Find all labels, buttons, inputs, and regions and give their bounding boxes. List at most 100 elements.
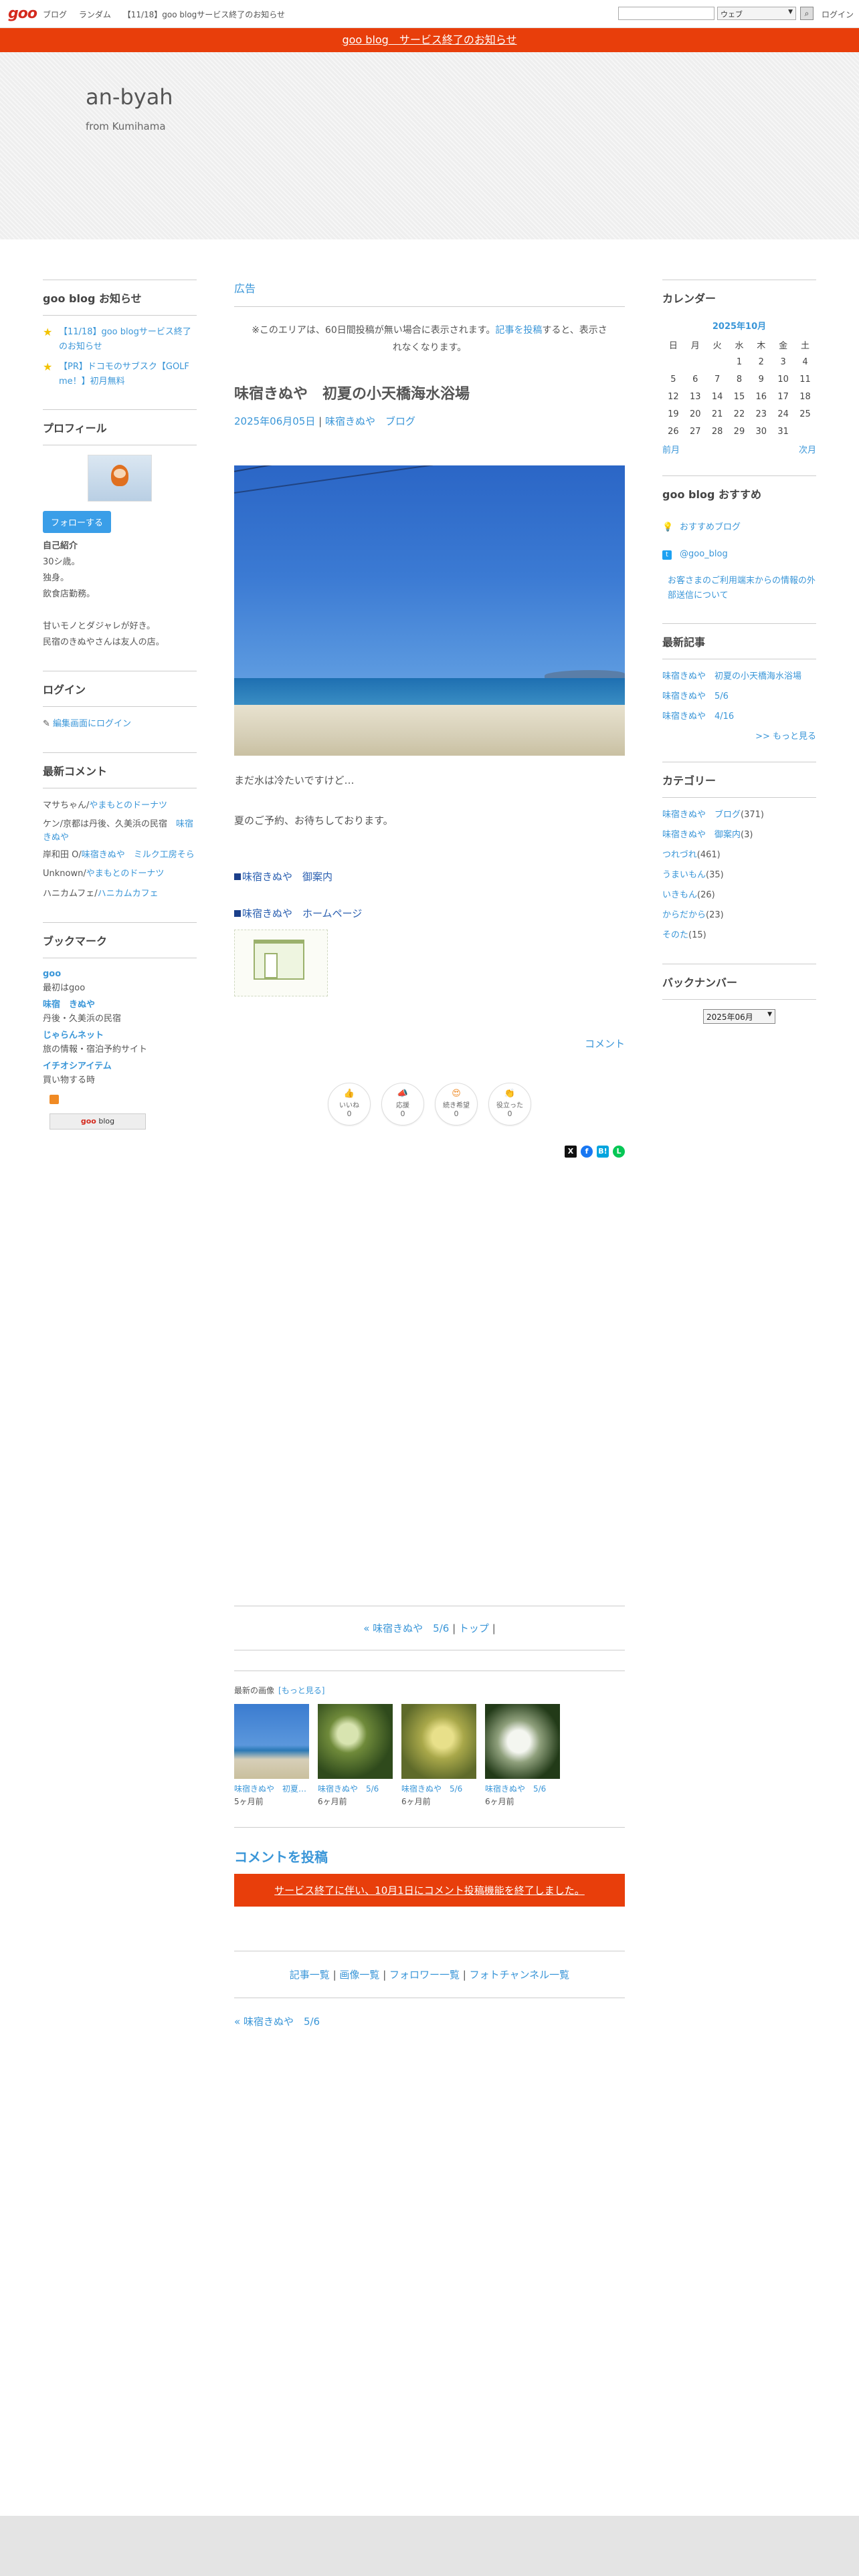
top-link[interactable]: トップ <box>459 1622 489 1634</box>
comment-link[interactable]: コメント <box>585 1038 625 1050</box>
calendar-weekday: 土 <box>801 340 810 351</box>
recent-image-caption[interactable]: 味宿きぬや 5/6 <box>318 1783 393 1794</box>
calendar-month[interactable]: 2025年10月 <box>662 319 816 332</box>
hatena-bookmark-icon[interactable]: B! <box>597 1146 609 1158</box>
category-link[interactable]: 味宿きぬや ブログ <box>662 810 741 820</box>
latest-post-item: 味宿きぬや 初夏の小天橋海水浴場 <box>662 669 816 685</box>
follow-button[interactable]: フォローする <box>43 511 112 533</box>
recent-image-thumb[interactable] <box>485 1704 560 1779</box>
category-link[interactable]: いきもん <box>662 890 697 900</box>
category-link[interactable]: そのた <box>662 930 688 940</box>
editor-login-link[interactable]: 編集画面にログイン <box>53 719 131 729</box>
category-link[interactable]: つれづれ <box>662 850 697 860</box>
category-item: 味宿きぬや 御案内(3) <box>662 827 816 843</box>
prev-post-link[interactable]: « 味宿きぬや 5/6 <box>363 1622 449 1634</box>
bookmark-desc: 最初はgoo <box>43 983 86 993</box>
search-input[interactable] <box>618 7 714 20</box>
rss-icon[interactable] <box>50 1095 59 1104</box>
search-button[interactable]: ⌕ <box>800 7 814 20</box>
latest-post-link[interactable]: 味宿きぬや 初夏の小天橋海水浴場 <box>662 671 801 681</box>
category-link[interactable]: からだから <box>662 910 706 920</box>
prev-post-link[interactable]: « 味宿きぬや 5/6 <box>234 2016 320 2028</box>
photo-channels-link[interactable]: フォトチャンネル一覧 <box>470 1969 570 1981</box>
top-nav-blog[interactable]: ブログ <box>43 10 67 19</box>
calendar-prev-month[interactable]: 前月 <box>662 443 680 455</box>
calendar-day <box>794 423 816 440</box>
post-article-link[interactable]: 記事を投稿 <box>495 325 542 336</box>
facebook-share-icon[interactable]: f <box>581 1146 593 1158</box>
reaction-cheer-button[interactable]: 📣 応援 0 <box>381 1083 424 1125</box>
blog-subtitle: from Kumihama <box>86 120 166 132</box>
top-nav-notice[interactable]: 【11/18】goo blogサービス終了のお知らせ <box>123 10 285 19</box>
recent-image-thumb[interactable] <box>318 1704 393 1779</box>
calendar-next-month[interactable]: 次月 <box>799 443 816 455</box>
bookmark-link[interactable]: イチオシアイテム <box>43 1060 197 1073</box>
all-posts-link[interactable]: 記事一覧 <box>290 1969 330 1981</box>
comment-post-link[interactable]: やまもとのドーナツ <box>89 800 167 811</box>
bookmark-link[interactable]: じゃらんネット <box>43 1029 197 1043</box>
reaction-want-more-button[interactable]: 😍 続き希望 0 <box>435 1083 478 1125</box>
blog-title[interactable]: an-byah <box>86 84 173 110</box>
profile-line <box>43 603 197 619</box>
recent-image-caption[interactable]: 味宿きぬや 初夏… <box>234 1783 309 1794</box>
calendar-widget: カレンダー 2025年10月 日 月 火 水 木 金 土 1234 567891… <box>662 280 816 455</box>
reaction-like-button[interactable]: 👍 いいね 0 <box>328 1083 371 1125</box>
category-item: うまいもん(35) <box>662 867 816 883</box>
kinuya-homepage-link[interactable]: 味宿きぬや ホームページ <box>242 907 362 920</box>
post-category-link[interactable]: 味宿きぬや ブログ <box>325 415 415 427</box>
comment-post-link[interactable]: ハニカムカフェ <box>98 889 159 899</box>
service-end-notice-link[interactable]: goo blog サービス終了のお知らせ <box>342 33 516 46</box>
post-photo-beach[interactable] <box>234 465 625 756</box>
goo-blog-twitter-link[interactable]: @goo_blog <box>680 547 728 562</box>
megaphone-icon: 📣 <box>397 1089 409 1099</box>
recommended-blogs-link[interactable]: おすすめブログ <box>680 520 741 535</box>
bookmark-link[interactable]: goo <box>43 968 197 981</box>
comment-post-link[interactable]: やまもとのドーナツ <box>86 869 165 879</box>
latest-more-wrap: >> もっと見る <box>662 729 816 742</box>
bookmark-desc: 丹後・久美浜の民宿 <box>43 1014 122 1024</box>
category-link[interactable]: うまいもん <box>662 870 706 880</box>
recent-image-caption[interactable]: 味宿きぬや 5/6 <box>401 1783 476 1794</box>
kinuya-guide-link[interactable]: 味宿きぬや 御案内 <box>242 871 332 883</box>
line-share-icon[interactable]: L <box>613 1146 625 1158</box>
external-transmission-link[interactable]: お客さまのご利用端末からの情報の外部送信について <box>668 574 816 603</box>
category-count: (23) <box>706 910 724 920</box>
recent-images-more[interactable]: [もっと見る] <box>278 1686 324 1695</box>
all-images-link[interactable]: 画像一覧 <box>339 1969 379 1981</box>
bookmark-link[interactable]: 味宿 きぬや <box>43 998 197 1012</box>
search-scope-select[interactable]: ウェブ ▼ <box>717 7 796 20</box>
login-widget: ログイン ✎ 編集画面にログイン <box>43 671 197 732</box>
meta-separator: | <box>315 415 325 427</box>
latest-post-link[interactable]: 味宿きぬや 5/6 <box>662 691 729 702</box>
reaction-helpful-button[interactable]: 👏 役立った 0 <box>488 1083 531 1125</box>
profile-line: 甘いモノとダジャレが好き。 <box>43 621 155 631</box>
comment-closed-notice[interactable]: サービス終了に伴い、10月1日にコメント投稿機能を終了しました。 <box>234 1874 625 1907</box>
goo-logo[interactable]: goo <box>8 5 37 22</box>
recent-images: 最新の画像 [もっと見る] 味宿きぬや 初夏… 5ヶ月前 味宿きぬや 5/6 6ヶ… <box>234 1671 625 1807</box>
comment-post-section: コメントを投稿 サービス終了に伴い、10月1日にコメント投稿機能を終了しました。 <box>234 1827 625 1907</box>
backnumber-select[interactable]: 2025年06月 ▼ <box>703 1009 775 1024</box>
inn-illustration[interactable] <box>234 930 328 996</box>
top-nav-random[interactable]: ランダム <box>79 10 111 19</box>
recent-image-caption[interactable]: 味宿きぬや 5/6 <box>485 1783 560 1794</box>
notice-link[interactable]: 【11/18】goo blogサービス終了のお知らせ <box>59 325 197 354</box>
comment-post-link[interactable]: 味宿きぬや ミルク工房そら <box>82 850 195 860</box>
right-sidebar: カレンダー 2025年10月 日 月 火 水 木 金 土 1234 567891… <box>662 280 816 1044</box>
category-link[interactable]: 味宿きぬや 御案内 <box>662 830 741 840</box>
post-title[interactable]: 味宿きぬや 初夏の小天橋海水浴場 <box>234 382 625 403</box>
footer-links: 記事一覧 | 画像一覧 | フォロワー一覧 | フォトチャンネル一覧 <box>234 1951 625 1998</box>
latest-post-link[interactable]: 味宿きぬや 4/16 <box>662 712 734 722</box>
pager-sep: | <box>488 1622 496 1634</box>
calendar-day: 9 <box>758 374 764 385</box>
x-share-icon[interactable]: X <box>565 1146 577 1158</box>
notice-link[interactable]: 【PR】ドコモのサブスク【GOLF me！】初月無料 <box>59 360 197 389</box>
badge-text: blog <box>96 1117 115 1125</box>
post-date-link[interactable]: 2025年06月05日 <box>234 415 315 427</box>
top-login-link[interactable]: ログイン <box>822 9 854 20</box>
latest-more-link[interactable]: >> もっと見る <box>755 732 816 742</box>
profile-avatar[interactable] <box>88 455 152 502</box>
goo-blog-badge[interactable]: goo blog <box>50 1113 146 1130</box>
followers-link[interactable]: フォロワー一覧 <box>389 1969 460 1981</box>
recent-image-thumb[interactable] <box>401 1704 476 1779</box>
recent-image-thumb[interactable] <box>234 1704 309 1779</box>
